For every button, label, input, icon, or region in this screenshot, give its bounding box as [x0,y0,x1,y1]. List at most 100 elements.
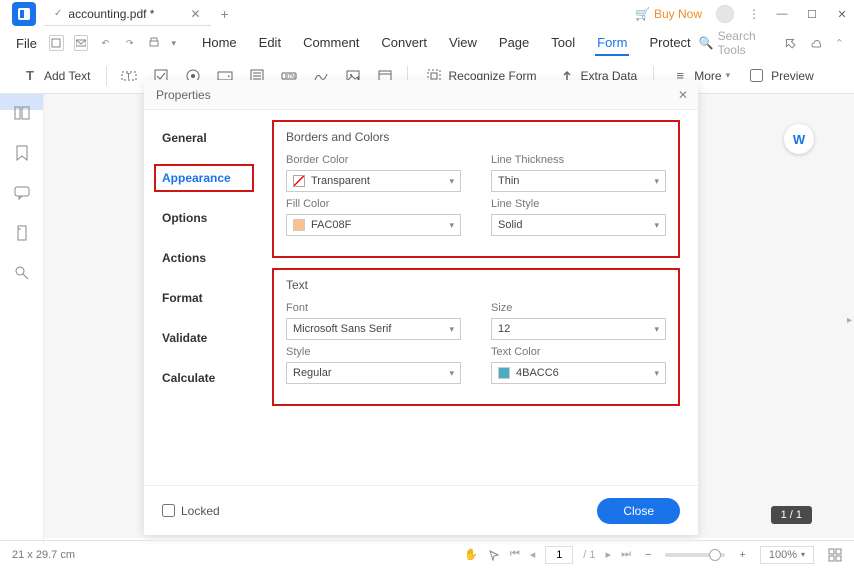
left-sidebar [0,94,44,544]
size-value: 12 [498,323,510,335]
menu-tool[interactable]: Tool [549,31,577,56]
dialog-header: Properties ✕ [144,80,698,110]
zoom-out-icon[interactable]: − [645,549,651,561]
borders-section-title: Borders and Colors [286,130,666,144]
tab-actions[interactable]: Actions [144,244,264,272]
text-icon: T [20,66,40,86]
fill-color-label: Fill Color [286,198,461,210]
line-thickness-label: Line Thickness [491,154,666,166]
mail-icon[interactable] [74,35,89,51]
last-page-icon[interactable]: ⏭ [621,548,631,561]
print-icon[interactable] [147,35,161,51]
preview-checkbox[interactable]: Preview [746,67,818,85]
locked-checkbox[interactable]: Locked [162,504,220,518]
menu-view[interactable]: View [447,31,479,56]
close-button[interactable]: Close [597,498,680,524]
expand-icon[interactable]: ⌃ [835,37,844,50]
verified-icon: ✓ [54,8,62,19]
tab-validate[interactable]: Validate [144,324,264,352]
menu-home[interactable]: Home [200,31,239,56]
tab-options[interactable]: Options [144,204,264,232]
buy-now-button[interactable]: 🛒 Buy Now [635,7,702,21]
text-color-combo[interactable]: 4BACC6 [491,362,666,384]
text-color-label: Text Color [491,346,666,358]
cloud-icon[interactable] [809,36,823,50]
search-icon: 🔍 [699,36,714,50]
share-icon[interactable] [783,36,797,50]
menu-convert[interactable]: Convert [379,31,429,56]
text-section: Text Font Microsoft Sans Serif Size 12 [272,268,680,406]
tab-add-icon[interactable]: + [221,6,229,22]
more-label: More [694,69,721,83]
buy-now-label: Buy Now [654,7,702,21]
style-label: Style [286,346,461,358]
thumbnails-icon[interactable] [13,104,31,122]
preview-checkbox-input[interactable] [750,69,763,82]
menu-comment[interactable]: Comment [301,31,361,56]
add-text-button[interactable]: T Add Text [16,64,94,88]
undo-icon[interactable]: ↶ [98,35,112,51]
tab-close-icon[interactable]: ✕ [190,7,200,21]
attachments-icon[interactable] [13,224,31,242]
user-avatar-icon[interactable] [716,5,734,23]
tab-general[interactable]: General [144,124,264,152]
next-page-icon[interactable]: ▸ [606,548,612,561]
window-minimize-icon[interactable]: — [774,8,790,20]
right-expand-icon[interactable]: ▸ [847,315,852,326]
fit-page-icon[interactable] [828,548,842,562]
select-tool-icon[interactable] [488,549,500,561]
kebab-menu-icon[interactable]: ⋮ [748,7,760,21]
line-style-combo[interactable]: Solid [491,214,666,236]
tab-appearance[interactable]: Appearance [154,164,254,192]
style-combo[interactable]: Regular [286,362,461,384]
textfield-icon[interactable]: T [119,66,139,86]
size-combo[interactable]: 12 [491,318,666,340]
menu-edit[interactable]: Edit [257,31,283,56]
font-combo[interactable]: Microsoft Sans Serif [286,318,461,340]
bookmarks-icon[interactable] [13,144,31,162]
menubar: File ↶ ↷ ▾ Home Edit Comment Convert Vie… [0,28,854,58]
window-maximize-icon[interactable]: ☐ [804,8,820,20]
prev-page-icon[interactable]: ◂ [530,548,536,561]
tab-title: accounting.pdf * [68,7,154,21]
size-label: Size [491,302,666,314]
border-color-combo[interactable]: Transparent [286,170,461,192]
search-placeholder: Search Tools [718,29,771,57]
document-tab[interactable]: ✓ accounting.pdf * ✕ [44,3,211,26]
style-value: Regular [293,367,332,379]
search-panel-icon[interactable] [13,264,31,282]
fill-color-value: FAC08F [311,219,351,231]
zoom-slider[interactable] [665,553,725,557]
text-section-title: Text [286,278,666,292]
print-dropdown-icon[interactable]: ▾ [171,38,176,49]
tab-format[interactable]: Format [144,284,264,312]
redo-icon[interactable]: ↷ [123,35,137,51]
first-page-icon[interactable]: ⏮ [510,548,520,561]
menu-page[interactable]: Page [497,31,531,56]
line-thickness-value: Thin [498,175,519,187]
window-close-icon[interactable]: ✕ [834,8,850,20]
hand-tool-icon[interactable]: ✋ [464,548,478,561]
zoom-in-icon[interactable]: + [739,549,745,561]
page-badge: 1 / 1 [771,506,812,524]
word-icon: W [793,132,805,147]
word-export-widget[interactable]: W [784,124,814,154]
page-input[interactable] [545,546,573,564]
svg-text:BTN: BTN [285,74,295,80]
comments-icon[interactable] [13,184,31,202]
save-icon[interactable] [49,35,64,51]
line-style-label: Line Style [491,198,666,210]
dialog-close-icon[interactable]: ✕ [678,88,688,102]
file-menu[interactable]: File [10,32,43,55]
zoom-dropdown[interactable]: 100% ▾ [760,546,814,564]
menu-form[interactable]: Form [595,31,629,56]
line-thickness-combo[interactable]: Thin [491,170,666,192]
locked-checkbox-input[interactable] [162,504,175,517]
fill-color-combo[interactable]: FAC08F [286,214,461,236]
app-logo-icon [12,2,36,26]
text-color-swatch-icon [498,367,510,379]
menu-protect[interactable]: Protect [647,31,692,56]
search-tools[interactable]: 🔍 Search Tools [699,29,771,57]
tab-calculate[interactable]: Calculate [144,364,264,392]
line-style-value: Solid [498,219,522,231]
